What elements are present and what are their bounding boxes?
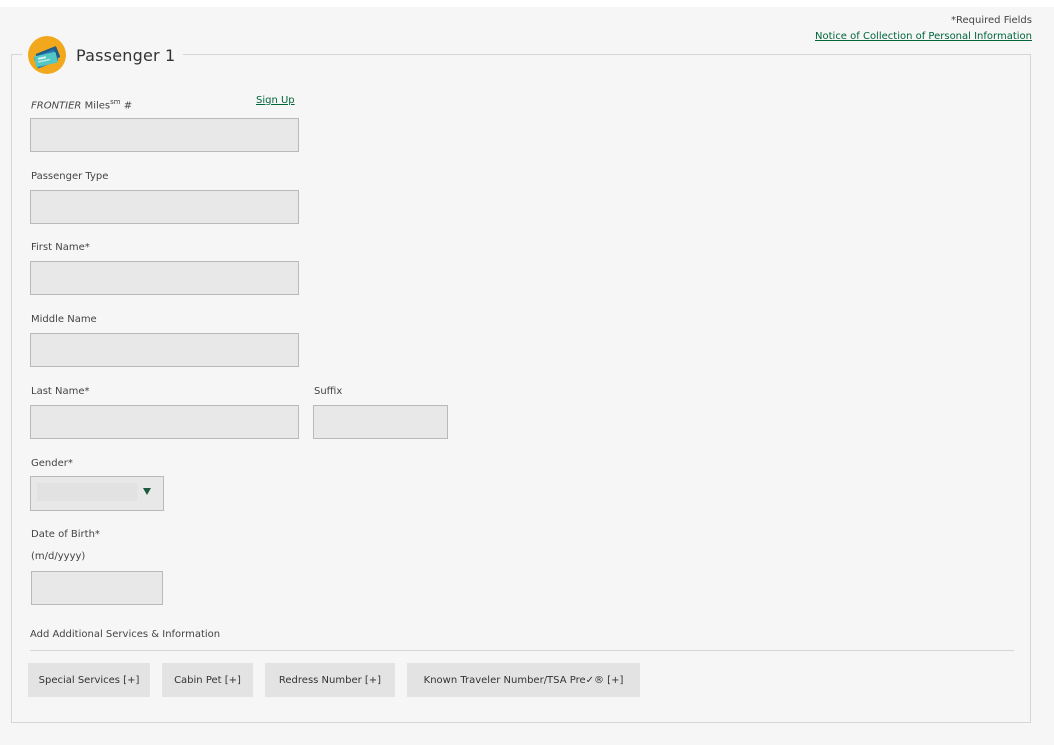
notice-of-collection-link[interactable]: Notice of Collection of Personal Informa… — [815, 31, 1032, 42]
gender-label: Gender* — [31, 458, 73, 469]
miles-sup: sm — [110, 98, 121, 106]
passenger-type-input[interactable] — [30, 190, 299, 224]
first-name-label: First Name* — [31, 242, 90, 253]
frontier-miles-input[interactable] — [30, 118, 299, 152]
frontier-brand-text: FRONTIER — [31, 100, 82, 112]
miles-text: Miles — [81, 100, 111, 112]
required-fields-note: *Required Fields — [951, 15, 1032, 26]
passenger-fieldset — [11, 54, 1031, 723]
chevron-down-icon — [143, 488, 151, 495]
cabin-pet-button[interactable]: Cabin Pet [+] — [162, 663, 253, 697]
first-name-input[interactable] — [30, 261, 299, 295]
additional-services-heading: Add Additional Services & Information — [30, 629, 221, 640]
last-name-input[interactable] — [30, 405, 299, 439]
dob-format-hint: (m/d/yyyy) — [31, 551, 86, 562]
gender-select[interactable] — [30, 476, 164, 511]
suffix-label: Suffix — [314, 386, 343, 397]
middle-name-label: Middle Name — [31, 314, 97, 325]
dob-label: Date of Birth* — [31, 529, 100, 540]
ticket-icon — [28, 36, 66, 74]
gender-selected-value — [37, 483, 137, 501]
divider — [30, 650, 1014, 651]
suffix-input[interactable] — [313, 405, 448, 439]
passenger-form-page: *Required Fields Notice of Collection of… — [0, 0, 1054, 745]
frontier-miles-label: FRONTIER Milessm # — [31, 98, 132, 111]
passenger-type-label: Passenger Type — [31, 171, 109, 182]
last-name-label: Last Name* — [31, 386, 90, 397]
sign-up-link[interactable]: Sign Up — [256, 95, 295, 106]
miles-suffix: # — [120, 100, 133, 112]
redress-number-button[interactable]: Redress Number [+] — [265, 663, 395, 697]
passenger-title: Passenger 1 — [76, 45, 176, 65]
passenger-legend: Passenger 1 — [22, 33, 184, 77]
dob-input[interactable] — [31, 571, 163, 605]
special-services-button[interactable]: Special Services [+] — [28, 663, 150, 697]
middle-name-input[interactable] — [30, 333, 299, 367]
known-traveler-number-button[interactable]: Known Traveler Number/TSA Pre✓® [+] — [407, 663, 640, 697]
